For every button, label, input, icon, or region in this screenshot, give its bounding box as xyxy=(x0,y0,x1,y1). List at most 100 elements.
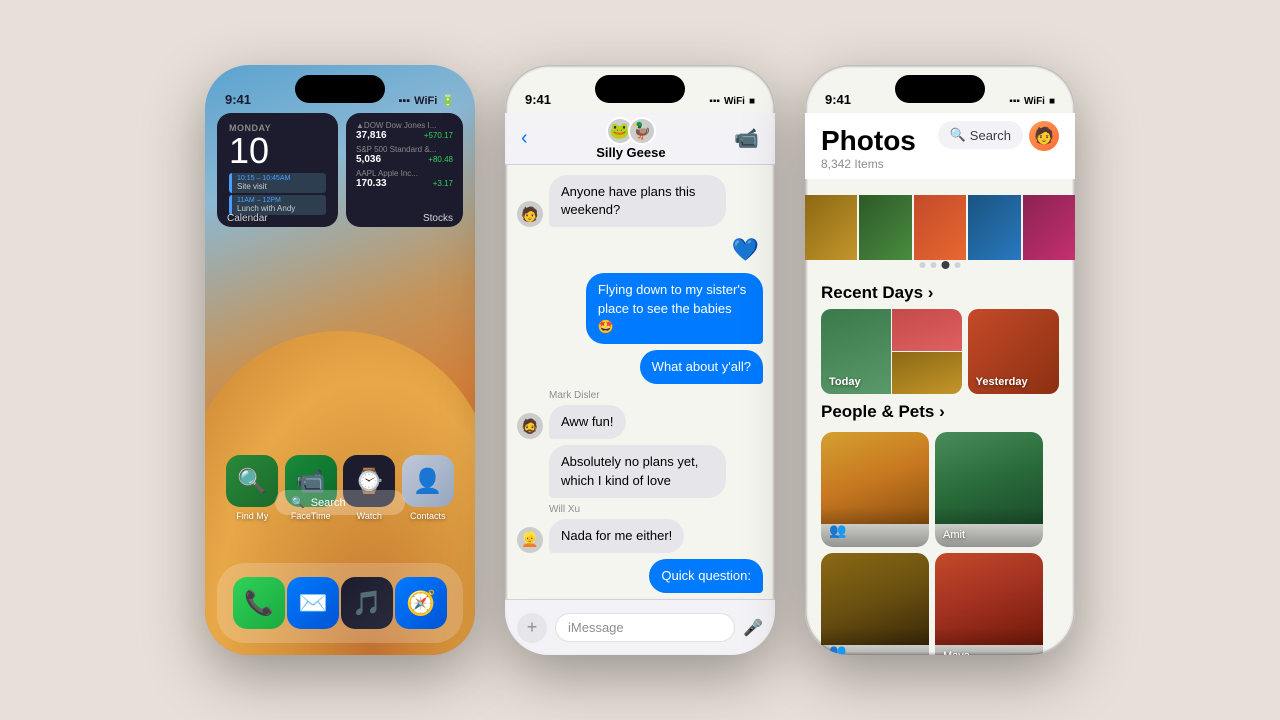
people-pets-header: People & Pets › xyxy=(821,394,1059,428)
person-maya[interactable]: Maya xyxy=(935,553,1043,655)
photos-count: 8,342 Items xyxy=(821,157,1059,171)
dock-mail[interactable]: ✉️ xyxy=(287,577,339,629)
event-title-2: Lunch with Andy xyxy=(237,204,321,213)
search-icon: 🔍 xyxy=(291,496,305,509)
message-4: 🧔 Aww fun! xyxy=(517,405,763,439)
wifi-icon: WiFi xyxy=(414,95,437,107)
bubble-m5: Absolutely no plans yet, which I kind of… xyxy=(549,445,726,497)
find-my-icon: 🔍 xyxy=(226,455,278,507)
message-5: Absolutely no plans yet, which I kind of… xyxy=(517,445,763,497)
search-label-photos: Search xyxy=(970,128,1011,143)
bubble-m2: Flying down to my sister's place to see … xyxy=(586,273,763,344)
people-pets-title: People & Pets › xyxy=(821,402,945,422)
message-input[interactable]: iMessage xyxy=(555,613,735,642)
cal-events: 10:15 – 10:45AM Site visit 11AM – 12PM L… xyxy=(229,173,326,215)
mail-icon: ✉️ xyxy=(287,577,339,629)
messages-header: ‹ 🐸 🦆 Silly Geese 📹 xyxy=(505,113,775,165)
event-title-1: Site visit xyxy=(237,182,321,191)
status-time-3: 9:41 xyxy=(825,92,851,107)
photos-scroll: Recent Days › Today Yesterday xyxy=(805,275,1075,655)
bubble-m1: Anyone have plans this weekend? xyxy=(549,175,726,227)
avatar-photo: 🧑 xyxy=(1034,126,1054,146)
photos-user-avatar[interactable]: 🧑 xyxy=(1029,121,1059,151)
avatar-m6: 👱 xyxy=(517,527,543,553)
bubble-m7: Quick question: xyxy=(649,559,763,593)
event-time-1: 10:15 – 10:45AM xyxy=(237,175,321,182)
people-grid: 👥 Amit 👥 Maya xyxy=(821,432,1059,655)
person-gradient-2 xyxy=(935,507,1043,547)
message-1: 🧑 Anyone have plans this weekend? xyxy=(517,175,763,227)
day-today[interactable]: Today xyxy=(821,309,962,394)
message-2: Flying down to my sister's place to see … xyxy=(517,273,763,344)
contacts-icon: 👤 xyxy=(402,455,454,507)
phone-home: 9:41 ▪▪▪ WiFi 🔋 MONDAY 10 10:15 – 10:45A… xyxy=(205,65,475,655)
home-screen: 9:41 ▪▪▪ WiFi 🔋 MONDAY 10 10:15 – 10:45A… xyxy=(205,65,475,655)
sender-will: Will Xu xyxy=(517,504,763,515)
avatar-m1: 🧑 xyxy=(517,201,543,227)
app-contacts[interactable]: 👤 Contacts xyxy=(402,455,454,521)
dock-phone[interactable]: 📞 xyxy=(233,577,285,629)
status-time: 9:41 xyxy=(225,92,251,107)
status-time-2: 9:41 xyxy=(525,92,551,107)
carousel-dots xyxy=(920,262,961,269)
person-group[interactable]: 👥 xyxy=(821,432,929,547)
group-people-icon-2: 👥 xyxy=(829,643,846,655)
signal-icon: ▪▪▪ xyxy=(398,95,410,107)
dock-safari[interactable]: 🧭 xyxy=(395,577,447,629)
person-group-2[interactable]: 👥 xyxy=(821,553,929,655)
cal-event-1: 10:15 – 10:45AM Site visit xyxy=(229,173,326,193)
search-label: Search xyxy=(311,497,346,509)
dot-4 xyxy=(955,262,961,268)
dynamic-island-2 xyxy=(595,75,685,103)
stocks-label: Stocks xyxy=(423,213,453,224)
cal-date-num: 10 xyxy=(229,133,326,169)
calendar-label: Calendar xyxy=(227,213,268,224)
dynamic-island-3 xyxy=(895,75,985,103)
dock: 📞 ✉️ 🎵 🧭 xyxy=(217,563,463,643)
messages-list: 🧑 Anyone have plans this weekend? 💙 Flyi… xyxy=(505,165,775,599)
contacts-label: Contacts xyxy=(410,511,446,521)
bubble-m6: Nada for me either! xyxy=(549,519,684,553)
message-input-bar: + iMessage 🎤 xyxy=(505,599,775,655)
day-yesterday[interactable]: Yesterday xyxy=(968,309,1059,394)
dock-music[interactable]: 🎵 xyxy=(341,577,393,629)
heart-emoji: 💙 xyxy=(728,233,763,267)
microphone-icon[interactable]: 🎤 xyxy=(743,618,763,638)
widget-labels: Calendar Stocks xyxy=(227,213,453,224)
recent-days-grid: Today Yesterday xyxy=(821,309,1059,394)
bubble-m3: What about y'all? xyxy=(640,350,763,384)
widgets-row: MONDAY 10 10:15 – 10:45AM Site visit 11A… xyxy=(217,113,463,227)
person-amit[interactable]: Amit xyxy=(935,432,1043,547)
video-call-button[interactable]: 📹 xyxy=(734,126,759,151)
add-attachment-button[interactable]: + xyxy=(517,613,547,643)
music-icon: 🎵 xyxy=(341,577,393,629)
message-7: Quick question: xyxy=(517,559,763,593)
bubble-m4: Aww fun! xyxy=(549,405,626,439)
phone-photos: 9:41 ▪▪▪ WiFi ■ Photos 8,342 Items 🔍 Sea… xyxy=(805,65,1075,655)
avatar-m4: 🧔 xyxy=(517,413,543,439)
battery-icon-3: ■ xyxy=(1049,96,1055,107)
heart-container: 💙 xyxy=(728,233,763,267)
calendar-widget[interactable]: MONDAY 10 10:15 – 10:45AM Site visit 11A… xyxy=(217,113,338,227)
stock-dow: ▲DOW Dow Jones I... 37,816 +570.17 xyxy=(356,121,453,141)
search-bar[interactable]: 🔍 Search xyxy=(275,490,405,515)
dot-1 xyxy=(920,262,926,268)
featured-strip xyxy=(805,195,1075,260)
back-button[interactable]: ‹ xyxy=(521,127,528,150)
person-name-maya: Maya xyxy=(943,650,970,655)
app-find-my[interactable]: 🔍 Find My xyxy=(226,455,278,521)
event-time-2: 11AM – 12PM xyxy=(237,197,321,204)
group-avatars: 🐸 🦆 xyxy=(606,117,656,145)
dot-3-active xyxy=(942,261,950,269)
status-icons-3: ▪▪▪ WiFi ■ xyxy=(1009,96,1055,107)
group-info[interactable]: 🐸 🦆 Silly Geese xyxy=(596,117,665,160)
search-icon-photos: 🔍 xyxy=(950,127,966,143)
find-my-label: Find My xyxy=(236,511,268,521)
message-6: 👱 Nada for me either! xyxy=(517,519,763,553)
stocks-widget[interactable]: ▲DOW Dow Jones I... 37,816 +570.17 S&P 5… xyxy=(346,113,463,227)
sender-mark: Mark Disler xyxy=(517,390,763,401)
featured-1 xyxy=(805,195,857,260)
signal-icon-3: ▪▪▪ xyxy=(1009,96,1020,107)
photos-search-button[interactable]: 🔍 Search xyxy=(938,121,1023,149)
safari-icon: 🧭 xyxy=(395,577,447,629)
